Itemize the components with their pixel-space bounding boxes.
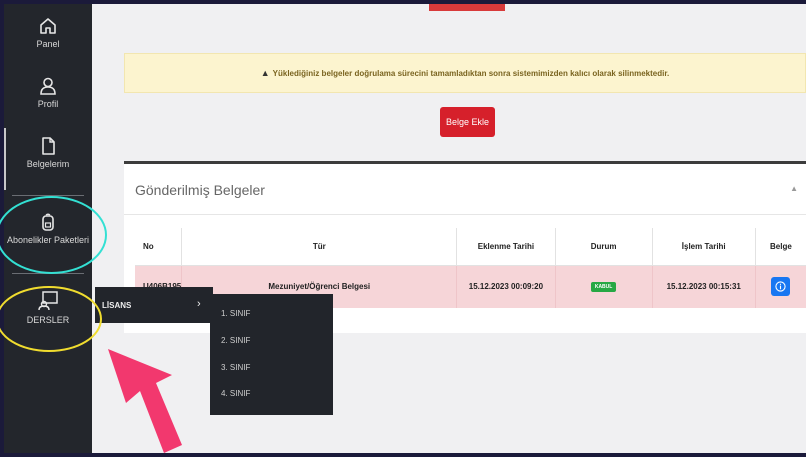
submenu-item-4-sinif[interactable]: 4. SINIF bbox=[221, 389, 250, 398]
sidebar-item-label: Belgelerim bbox=[26, 159, 70, 169]
info-icon bbox=[775, 281, 787, 292]
flyout-menu: LİSANS › bbox=[95, 287, 213, 323]
sidebar-item-profil[interactable]: Profil bbox=[4, 76, 92, 109]
warning-alert: ▲ Yüklediğiniz belgeler doğrulama süreci… bbox=[124, 53, 806, 93]
column-header: Tür bbox=[181, 228, 458, 266]
add-document-button[interactable]: Belge Ekle bbox=[440, 107, 495, 137]
screenshot-frame: Panel Profil Belgelerim Abonelikler Pake… bbox=[0, 0, 806, 457]
menu-item-lisans[interactable]: LİSANS bbox=[102, 301, 131, 310]
document-icon bbox=[42, 137, 55, 155]
pointer-arrow-icon bbox=[108, 349, 182, 453]
cell-added-date: 15.12.2023 00:09:20 bbox=[456, 265, 556, 308]
column-header: Durum bbox=[555, 228, 653, 266]
highlight-circle-yellow bbox=[0, 286, 102, 352]
submenu-item-3-sinif[interactable]: 3. SINIF bbox=[221, 363, 250, 372]
column-header: No bbox=[135, 228, 183, 266]
cell-status: KABUL bbox=[555, 265, 653, 308]
panel-divider bbox=[124, 214, 806, 215]
column-header: Eklenme Tarihi bbox=[456, 228, 556, 266]
column-header: İşlem Tarihi bbox=[652, 228, 756, 266]
view-document-button[interactable] bbox=[771, 277, 791, 297]
panel-title: Gönderilmiş Belgeler bbox=[135, 182, 265, 198]
home-icon bbox=[40, 18, 56, 34]
collapse-icon[interactable]: ▲ bbox=[790, 184, 798, 193]
main-content: ▲ Yüklediğiniz belgeler doğrulama süreci… bbox=[92, 4, 806, 453]
sidebar-item-label: Profil bbox=[37, 99, 59, 109]
sidebar-item-panel[interactable]: Panel bbox=[4, 16, 92, 49]
chevron-right-icon: › bbox=[197, 298, 201, 310]
submenu: 1. SINIF 2. SINIF 3. SINIF 4. SINIF bbox=[210, 294, 333, 415]
highlight-circle-cyan bbox=[0, 196, 107, 274]
cell-document bbox=[755, 265, 806, 308]
top-tab-indicator bbox=[429, 4, 505, 11]
warning-icon: ▲ bbox=[260, 68, 270, 78]
submenu-item-1-sinif[interactable]: 1. SINIF bbox=[221, 309, 250, 318]
status-badge: KABUL bbox=[590, 282, 617, 293]
column-header: Belge bbox=[755, 228, 806, 266]
submenu-item-2-sinif[interactable]: 2. SINIF bbox=[221, 336, 250, 345]
cell-processed-date: 15.12.2023 00:15:31 bbox=[652, 265, 756, 308]
table-header-row: No Tür Eklenme Tarihi Durum İşlem Tarihi… bbox=[135, 228, 806, 266]
alert-text: Yüklediğiniz belgeler doğrulama sürecini… bbox=[272, 68, 670, 78]
sidebar-item-label: Panel bbox=[36, 39, 60, 49]
sidebar-item-belgelerim[interactable]: Belgelerim bbox=[4, 136, 92, 169]
user-icon bbox=[40, 77, 56, 95]
